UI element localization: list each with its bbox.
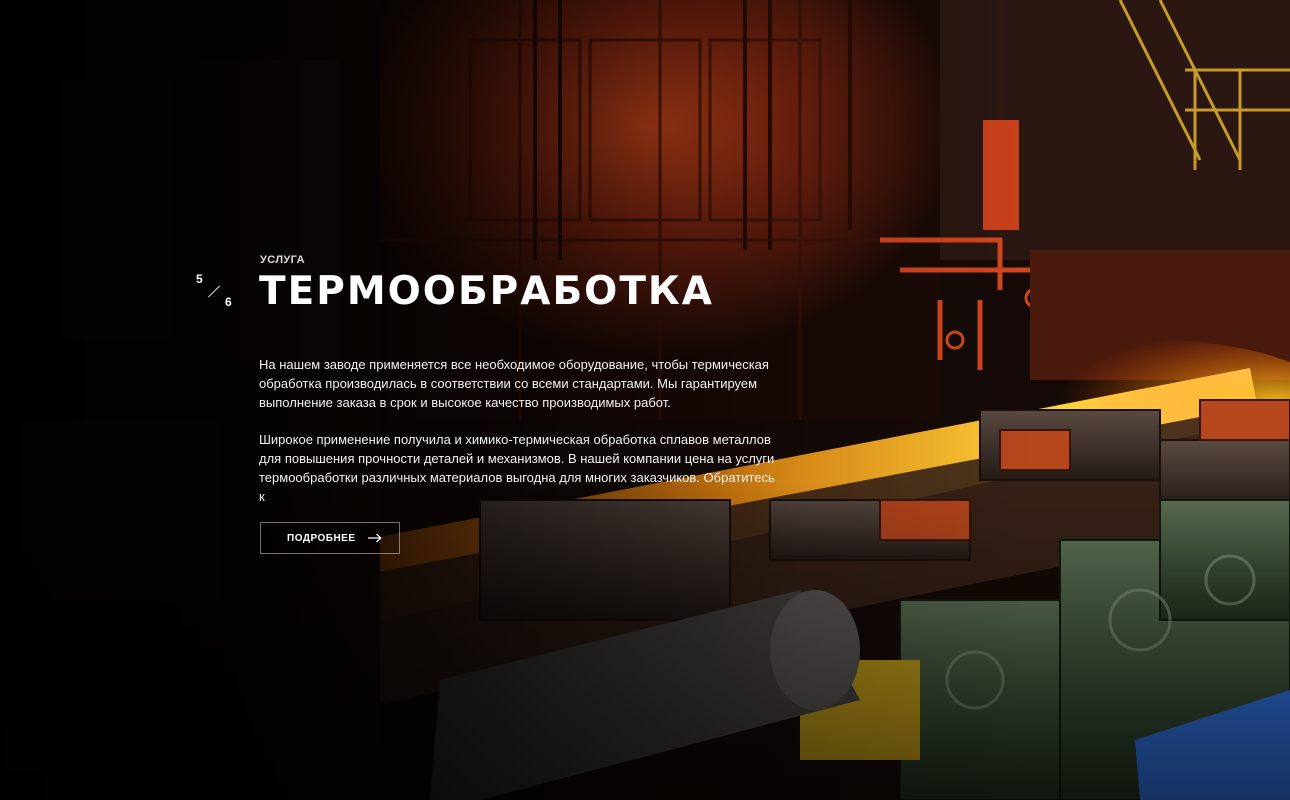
slide-counter: 5 6: [194, 272, 238, 312]
counter-divider: [207, 285, 221, 298]
description-paragraph-1: На нашем заводе применяется все необходи…: [259, 357, 769, 410]
total-slides-number: 6: [225, 295, 232, 309]
arrow-right-icon: [367, 533, 382, 543]
hero-slide: 5 6 УСЛУГА ТЕРМООБРАБОТКА На нашем завод…: [0, 0, 1290, 800]
more-button-label: ПОДРОБНЕЕ: [287, 532, 356, 544]
page-title: ТЕРМООБРАБОТКА: [259, 269, 714, 314]
description-paragraph-2: Широкое применение получила и химико-тер…: [259, 432, 775, 504]
service-eyebrow: УСЛУГА: [260, 254, 305, 266]
more-button[interactable]: ПОДРОБНЕЕ: [260, 522, 400, 554]
current-slide-number: 5: [196, 272, 203, 286]
